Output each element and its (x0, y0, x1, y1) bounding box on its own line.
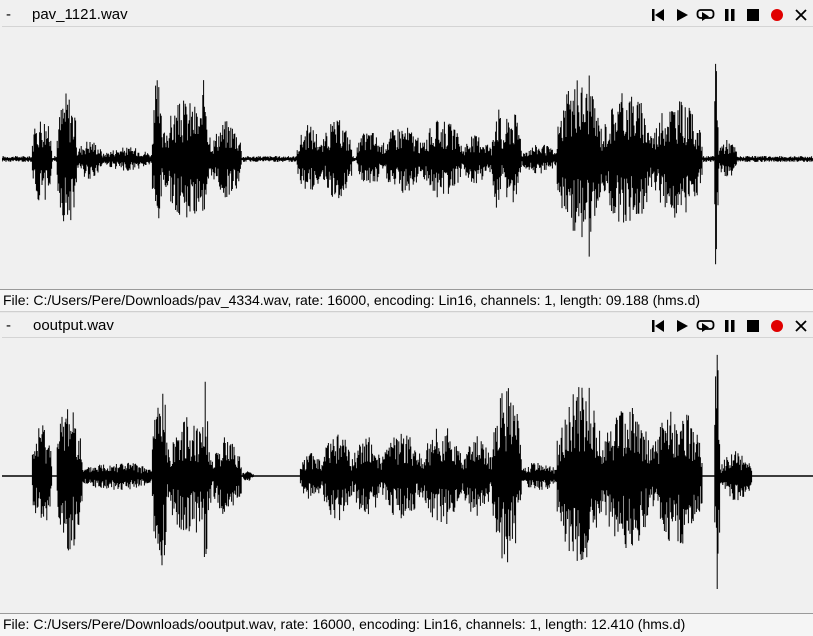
loop-play-icon[interactable] (696, 7, 715, 23)
waveform-view[interactable] (2, 26, 813, 291)
panel-menu-button[interactable]: - (6, 6, 11, 23)
record-icon[interactable] (768, 7, 786, 23)
skip-to-start-icon[interactable] (649, 318, 667, 334)
loop-play-icon[interactable] (696, 318, 715, 334)
file-info-text: File: C:/Users/Pere/Downloads/ooutput.wa… (3, 616, 686, 632)
close-icon[interactable] (792, 7, 810, 23)
audio-panel-1: - pav_1121.wav File: C:/Users/Pere/Downl… (0, 0, 813, 312)
play-icon[interactable] (673, 318, 691, 334)
pause-icon[interactable] (721, 318, 739, 334)
close-icon[interactable] (792, 318, 810, 334)
panel-title: ooutput.wav (33, 317, 114, 334)
panel-menu-button[interactable]: - (6, 317, 11, 334)
stop-icon[interactable] (744, 318, 762, 334)
skip-to-start-icon[interactable] (649, 7, 667, 23)
status-bar: File: C:/Users/Pere/Downloads/ooutput.wa… (0, 613, 813, 636)
waveform-trace (2, 63, 813, 265)
record-icon[interactable] (768, 318, 786, 334)
panel-titlebar: - ooutput.wav (0, 313, 813, 338)
waveform (2, 63, 813, 265)
stop-icon[interactable] (744, 7, 762, 23)
panel-titlebar: - pav_1121.wav (0, 2, 813, 27)
playback-controls (643, 313, 813, 338)
playback-controls (643, 2, 813, 27)
file-info-text: File: C:/Users/Pere/Downloads/pav_4334.w… (3, 292, 701, 308)
waveform (2, 354, 813, 589)
audio-panel-2: - ooutput.wav File: C:/Users/Pere/Downlo… (0, 312, 813, 636)
play-icon[interactable] (673, 7, 691, 23)
waveform-view[interactable] (2, 337, 813, 614)
waveform-trace (2, 354, 813, 589)
panel-title: pav_1121.wav (32, 6, 128, 23)
pause-icon[interactable] (721, 7, 739, 23)
status-bar: File: C:/Users/Pere/Downloads/pav_4334.w… (0, 289, 813, 312)
